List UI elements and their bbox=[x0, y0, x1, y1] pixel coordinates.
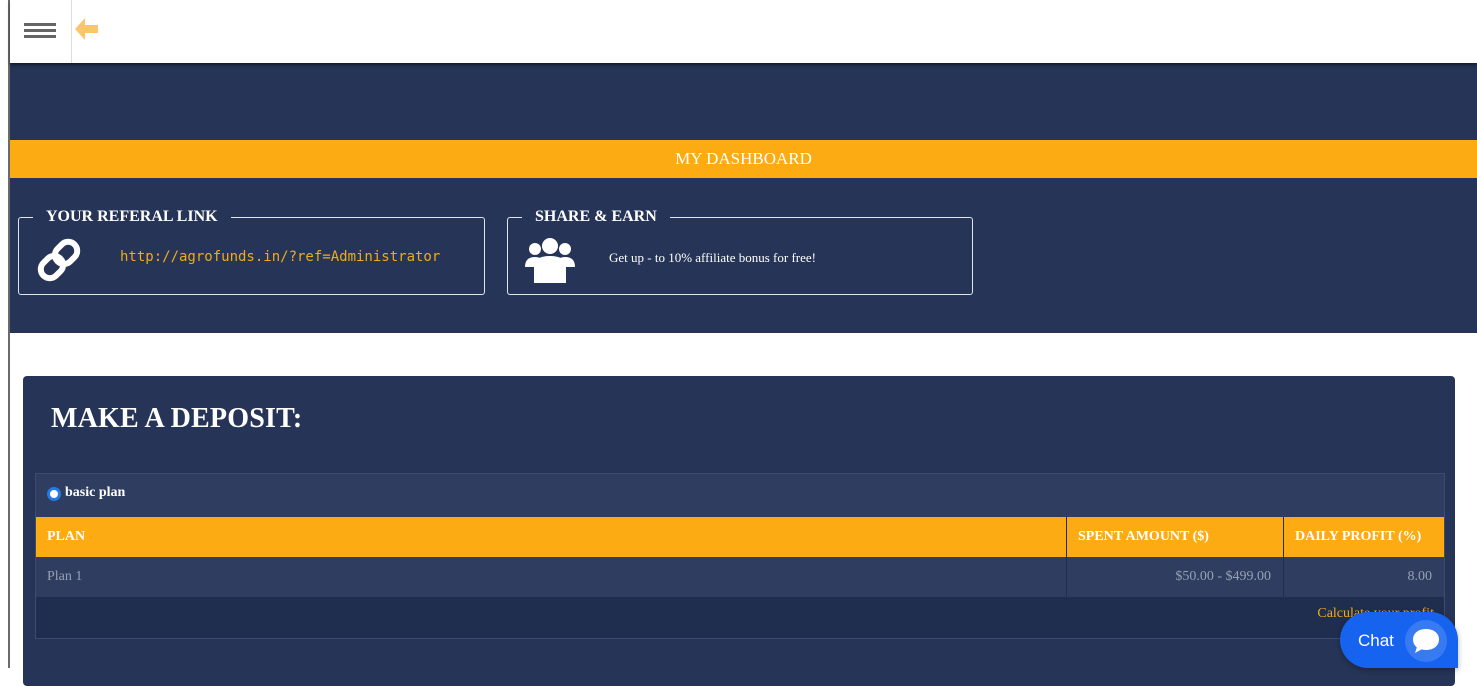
column-header-plan: PLAN bbox=[36, 517, 1066, 557]
deposit-heading: MAKE A DEPOSIT: bbox=[51, 403, 303, 434]
table-cell-daily-profit: 8.00 bbox=[1284, 557, 1444, 597]
plan-option-row[interactable]: basic plan bbox=[36, 474, 1444, 517]
referral-legend: YOUR REFERAL LINK bbox=[33, 206, 231, 228]
plan-table: basic plan PLAN SPENT AMOUNT ($) DAILY P… bbox=[35, 473, 1445, 639]
plan-radio-button[interactable] bbox=[47, 487, 61, 501]
share-earn-box: SHARE & EARN Get up - to 10% affiliate b… bbox=[507, 206, 973, 295]
referral-link[interactable]: http://agrofunds.in/?ref=Administrator bbox=[120, 249, 440, 265]
arrow-left-icon[interactable] bbox=[71, 14, 101, 44]
speech-bubble-icon bbox=[1404, 619, 1448, 668]
plan-option-label: basic plan bbox=[65, 485, 126, 500]
column-header-spent-amount: SPENT AMOUNT ($) bbox=[1067, 517, 1283, 557]
hamburger-menu-icon[interactable] bbox=[24, 23, 56, 39]
column-header-daily-profit: DAILY PROFIT (%) bbox=[1284, 517, 1444, 557]
referral-link-box: YOUR REFERAL LINK http://agrofunds.in/?r… bbox=[18, 206, 485, 295]
dashboard-title-bar: MY DASHBOARD bbox=[10, 140, 1477, 178]
users-group-icon bbox=[524, 235, 576, 290]
share-legend: SHARE & EARN bbox=[522, 206, 670, 228]
chain-link-icon bbox=[36, 237, 82, 288]
top-bar bbox=[10, 0, 1477, 63]
share-description: Get up - to 10% affiliate bonus for free… bbox=[609, 250, 816, 265]
chat-label: Chat bbox=[1358, 631, 1394, 650]
table-cell-spent-amount: $50.00 - $499.00 bbox=[1067, 557, 1283, 597]
table-cell-plan: Plan 1 bbox=[36, 557, 1066, 597]
chat-button[interactable]: Chat bbox=[1340, 612, 1458, 668]
dashboard-hero: MY DASHBOARD YOUR REFERAL LINK http://ag… bbox=[10, 63, 1477, 333]
make-deposit-panel: MAKE A DEPOSIT: basic plan PLAN SPENT AM… bbox=[23, 376, 1455, 686]
